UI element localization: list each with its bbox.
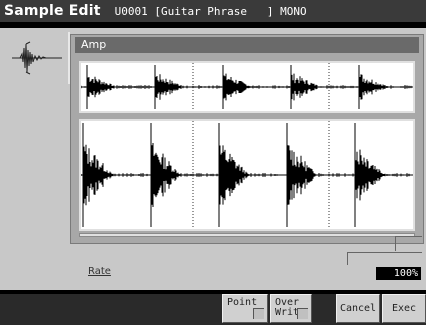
zoom-waveform bbox=[80, 121, 413, 229]
cancel-label: Cancel bbox=[339, 303, 377, 314]
waveform-icon bbox=[12, 41, 62, 75]
overview-waveform bbox=[80, 63, 413, 111]
amp-header: Amp bbox=[75, 37, 419, 53]
point-label: Point bbox=[227, 297, 258, 308]
waveform-scrollbar[interactable] bbox=[79, 233, 415, 237]
rate-indicator-upper bbox=[395, 236, 422, 251]
sample-info: U0001 [Guitar Phrase ] MONO bbox=[114, 4, 307, 18]
function-keys: Point Over Write Cancel Exec bbox=[0, 294, 426, 325]
overwrite-button[interactable]: Over Write bbox=[270, 294, 312, 323]
cancel-button[interactable]: Cancel bbox=[336, 294, 380, 323]
exec-button[interactable]: Exec bbox=[382, 294, 426, 323]
waveform-zoom[interactable] bbox=[79, 119, 415, 231]
waveform-icon-tab bbox=[6, 32, 70, 84]
rate-label: Rate bbox=[88, 266, 111, 277]
screen-title: Sample Edit bbox=[4, 3, 101, 19]
waveform-overview[interactable] bbox=[79, 61, 415, 113]
rate-value[interactable]: 100% bbox=[376, 267, 421, 280]
waveform-box: Amp bbox=[70, 34, 424, 244]
overwrite-checkbox bbox=[297, 308, 308, 319]
sample-edit-panel: Amp Rate 100% bbox=[0, 28, 426, 290]
rate-indicator-lower bbox=[347, 252, 422, 265]
title-bar: Sample Edit U0001 [Guitar Phrase ] MONO bbox=[0, 0, 426, 22]
exec-label: Exec bbox=[391, 303, 417, 314]
screen: Sample Edit U0001 [Guitar Phrase ] MONO … bbox=[0, 0, 426, 325]
point-checkbox bbox=[253, 308, 264, 319]
point-button[interactable]: Point bbox=[222, 294, 268, 323]
